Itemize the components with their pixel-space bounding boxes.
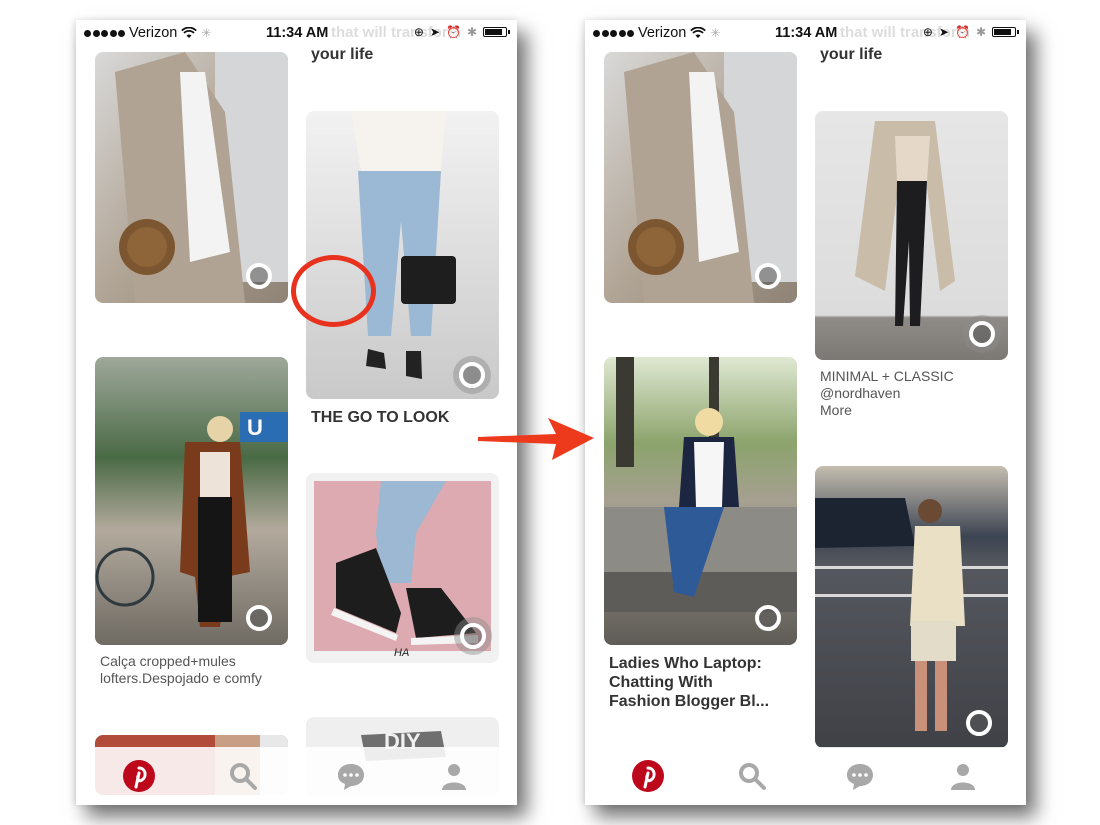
battery-icon	[992, 27, 1019, 37]
bottom-tab-bar	[585, 747, 1026, 805]
bluetooth-icon: ✱	[466, 25, 477, 39]
pin-title-line: Chatting With	[609, 674, 713, 691]
tab-notifications[interactable]	[334, 759, 368, 793]
save-pin-button[interactable]	[966, 710, 992, 736]
pin-card[interactable]	[815, 111, 1008, 360]
location-arrow-icon: ➤	[938, 25, 949, 39]
tab-profile[interactable]	[437, 759, 471, 793]
bluetooth-icon: ✱	[975, 25, 986, 39]
transition-arrow-icon	[478, 418, 594, 460]
status-time: 11:34 AM	[266, 25, 329, 41]
pin-more-link[interactable]: More	[820, 402, 1010, 419]
annotation-highlight-circle	[291, 255, 376, 327]
status-time: 11:34 AM	[775, 25, 838, 41]
pinterest-logo-icon	[123, 760, 155, 792]
pin-card[interactable]	[95, 52, 288, 303]
status-bar: Verizon ✳ that will transform 11:34 AM ⊕…	[585, 20, 1026, 46]
artist-signature: HA	[394, 647, 410, 659]
profile-icon	[442, 764, 466, 790]
pin-card[interactable]: U	[95, 357, 288, 645]
pin-image-bench-blonde	[604, 357, 797, 645]
pin-caption: Calça cropped+mules lofters.Despojado e …	[100, 653, 262, 686]
loading-spinner-icon: ✳	[710, 26, 721, 40]
save-pin-button[interactable]	[755, 263, 781, 289]
pin-title-line: Fashion Blogger Bl...	[609, 693, 770, 710]
battery-icon	[483, 27, 510, 37]
pin-card[interactable]	[815, 466, 1008, 748]
tab-notifications[interactable]	[843, 759, 877, 793]
board-heading-fragment: your life	[311, 46, 374, 63]
pin-card[interactable]: HA	[306, 473, 499, 663]
signal-strength-icon	[84, 29, 125, 37]
save-pin-button[interactable]	[969, 321, 995, 347]
pinterest-logo-icon	[632, 760, 664, 792]
pin-caption: MINIMAL + CLASSIC @nordhaven More	[820, 368, 1010, 419]
pin-card[interactable]	[604, 357, 797, 645]
save-pin-button[interactable]	[246, 605, 272, 631]
rotation-lock-icon: ⊕	[413, 25, 424, 39]
save-pin-button[interactable]	[755, 605, 781, 631]
tab-home[interactable]	[631, 759, 665, 793]
location-arrow-icon: ➤	[429, 25, 440, 39]
pin-image-subway-coat: U	[95, 357, 288, 645]
wifi-icon	[690, 27, 707, 38]
alarm-icon: ⏰	[445, 25, 461, 39]
pin-image-street-cream	[815, 466, 1008, 748]
tab-search[interactable]	[226, 759, 260, 793]
pin-title-line: Ladies Who Laptop:	[609, 655, 762, 672]
chat-bubble-icon	[847, 764, 873, 790]
bottom-tab-bar	[76, 747, 517, 805]
status-bar: Verizon ✳ that will transform 11:34 AM ⊕…	[76, 20, 517, 46]
search-icon	[230, 763, 257, 790]
save-pin-button[interactable]	[460, 623, 486, 649]
pin-card[interactable]	[604, 52, 797, 303]
save-pin-button[interactable]	[246, 263, 272, 289]
tab-profile[interactable]	[946, 759, 980, 793]
pin-title: THE GO TO LOOK	[311, 409, 450, 426]
phone-screen-after: Verizon ✳ that will transform 11:34 AM ⊕…	[585, 20, 1026, 805]
rotation-lock-icon: ⊕	[922, 25, 933, 39]
pin-title: Ladies Who Laptop: Chatting With Fashion…	[609, 654, 804, 711]
alarm-icon: ⏰	[954, 25, 970, 39]
tab-search[interactable]	[735, 759, 769, 793]
carrier-name: Verizon	[638, 25, 687, 41]
carrier-name: Verizon	[129, 25, 178, 41]
loading-spinner-icon: ✳	[201, 26, 212, 40]
pin-caption-title: MINIMAL + CLASSIC	[820, 368, 954, 384]
signal-strength-icon	[593, 29, 634, 37]
tab-home[interactable]	[122, 759, 156, 793]
chat-bubble-icon	[338, 764, 364, 790]
save-pin-button[interactable]	[459, 362, 485, 388]
phone-screen-before: Verizon ✳ that will transform 11:34 AM ⊕…	[76, 20, 517, 805]
wifi-icon	[181, 27, 198, 38]
search-icon	[739, 763, 766, 790]
profile-icon	[951, 764, 975, 790]
board-heading-fragment: your life	[820, 46, 883, 63]
pin-source-handle[interactable]: @nordhaven	[820, 385, 1010, 402]
svg-text:U: U	[247, 415, 263, 440]
